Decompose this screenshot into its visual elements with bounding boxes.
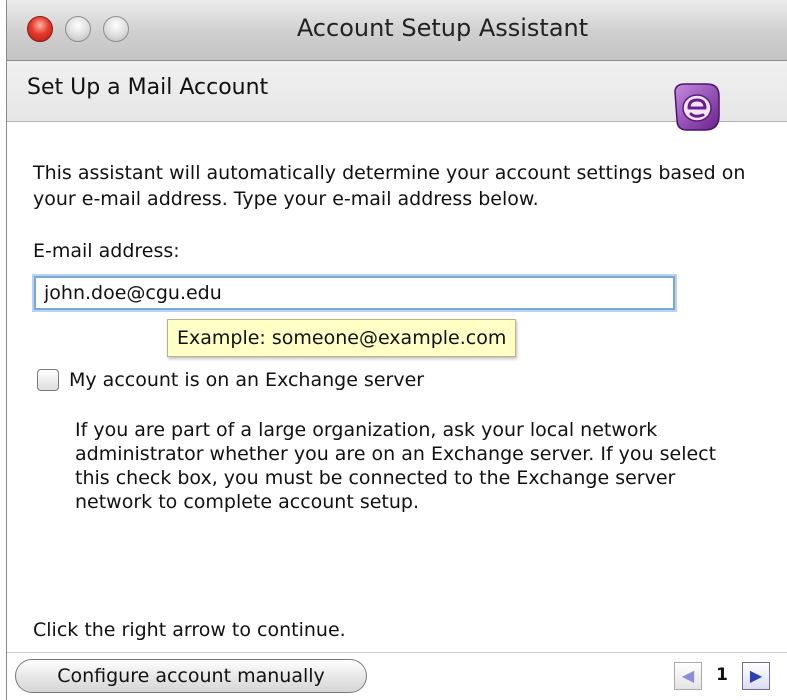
continue-hint: Click the right arrow to continue. [33,619,346,641]
intro-text: This assistant will automatically determ… [33,162,746,210]
page-number: 1 [716,665,728,685]
email-field[interactable] [34,276,675,310]
email-label: E-mail address: [33,240,180,262]
title-bar[interactable]: Account Setup Assistant [7,0,787,61]
email-example-tooltip: Example: someone@example.com [167,319,517,357]
exchange-checkbox[interactable] [37,369,59,391]
window-title: Account Setup Assistant [296,14,589,42]
footer-divider [7,652,787,653]
configure-manually-button[interactable]: Configure account manually [15,659,367,693]
page-navigator: ◀ 1 ▶ [672,662,780,690]
page-title: Set Up a Mail Account [27,75,269,100]
exchange-note: If you are part of a large organization,… [75,419,717,513]
left-arrow-icon[interactable]: ◀ [674,662,702,690]
right-arrow-icon[interactable]: ▶ [742,662,770,690]
exchange-checkbox-label[interactable]: My account is on an Exchange server [69,369,424,391]
account-setup-window: Account Setup Assistant Set Up a Mail Ac… [6,0,787,700]
entourage-logo-icon [674,83,720,131]
